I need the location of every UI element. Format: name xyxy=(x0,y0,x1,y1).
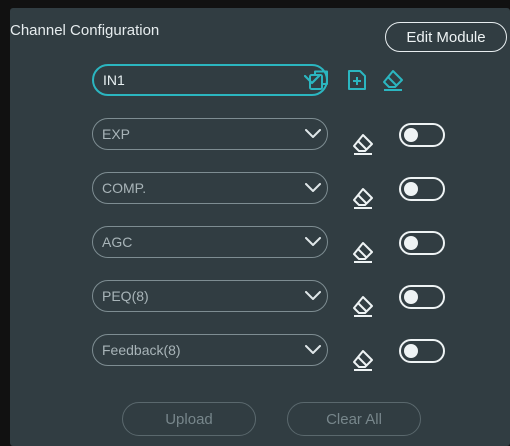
copy-icon[interactable] xyxy=(307,68,331,92)
module-select-comp[interactable]: COMP. xyxy=(92,172,328,204)
upload-button[interactable]: Upload xyxy=(122,402,256,436)
toggle-knob xyxy=(404,236,418,250)
module-select-label: AGC xyxy=(102,234,133,250)
module-select-label: COMP. xyxy=(102,180,147,196)
channel-select[interactable]: IN1 xyxy=(92,64,328,96)
eraser-icon[interactable] xyxy=(381,68,405,92)
eraser-icon[interactable] xyxy=(351,132,375,156)
chevron-down-icon xyxy=(305,345,321,354)
panel-title: Channel Configuration xyxy=(10,22,160,39)
module-select-label: EXP xyxy=(102,126,131,142)
add-file-icon[interactable] xyxy=(345,68,369,92)
module-select-peq[interactable]: PEQ(8) xyxy=(92,280,328,312)
eraser-icon[interactable] xyxy=(351,294,375,318)
toggle-knob xyxy=(404,344,418,358)
module-select-label: Feedback(8) xyxy=(102,342,181,358)
toggle-knob xyxy=(404,128,418,142)
module-toggle-peq[interactable] xyxy=(399,285,445,309)
toggle-knob xyxy=(404,182,418,196)
module-toggle-comp[interactable] xyxy=(399,177,445,201)
module-select-feedback[interactable]: Feedback(8) xyxy=(92,334,328,366)
chevron-down-icon xyxy=(305,291,321,300)
toggle-knob xyxy=(404,290,418,304)
chevron-down-icon xyxy=(305,237,321,246)
edit-module-button[interactable]: Edit Module xyxy=(385,22,507,52)
eraser-icon[interactable] xyxy=(351,186,375,210)
eraser-icon[interactable] xyxy=(351,348,375,372)
channel-select-value: IN1 xyxy=(103,72,125,88)
module-select-exp[interactable]: EXP xyxy=(92,118,328,150)
chevron-down-icon xyxy=(305,183,321,192)
module-toggle-feedback[interactable] xyxy=(399,339,445,363)
chevron-down-icon xyxy=(305,129,321,138)
channel-configuration-panel: Channel Configuration Edit Module IN1 EX… xyxy=(10,8,510,446)
module-select-label: PEQ(8) xyxy=(102,288,149,304)
module-toggle-exp[interactable] xyxy=(399,123,445,147)
eraser-icon[interactable] xyxy=(351,240,375,264)
clear-all-button[interactable]: Clear All xyxy=(287,402,421,436)
module-toggle-agc[interactable] xyxy=(399,231,445,255)
module-select-agc[interactable]: AGC xyxy=(92,226,328,258)
